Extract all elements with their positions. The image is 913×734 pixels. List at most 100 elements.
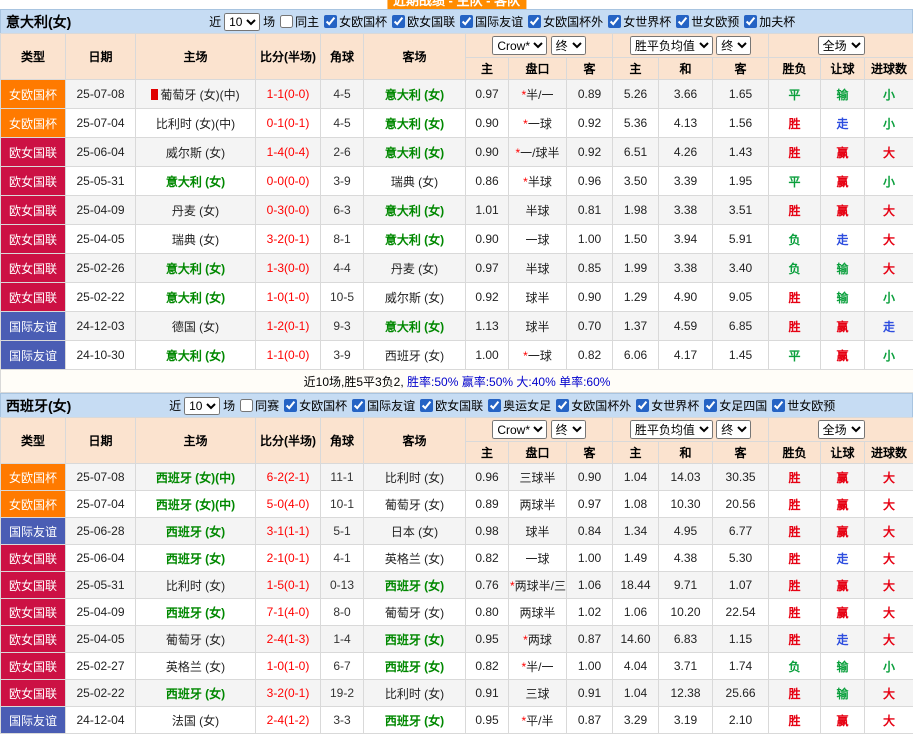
home-team-name: 葡萄牙 (女) <box>165 632 226 647</box>
score-cell: 1-5(0-1) <box>255 571 321 599</box>
filter-option[interactable]: 同赛 <box>240 397 279 414</box>
match-count-select[interactable]: 10 <box>224 12 261 31</box>
goals-result-cell: 大 <box>864 517 913 545</box>
type-cell: 欧女国联 <box>0 598 66 626</box>
avg-away-cell: 1.07 <box>712 571 770 599</box>
filter-checkbox[interactable] <box>352 398 366 412</box>
avg-draw-cell: 3.94 <box>658 224 714 254</box>
filter-option[interactable]: 世女欧预 <box>772 397 835 414</box>
col-corner: 角球 <box>320 417 364 464</box>
handicap-cell: *两球 <box>508 625 567 653</box>
odds-period-select[interactable]: 终 <box>550 36 586 55</box>
match-row: 欧女国联 25-05-31 意大利 (女) 0-0(0-0) 3-9 瑞典 (女) 0.86… <box>0 166 913 196</box>
filter-option[interactable]: 世女欧预 <box>676 13 739 30</box>
filter-option[interactable]: 欧女国联 <box>420 397 483 414</box>
avg-home-cell: 4.04 <box>612 652 660 680</box>
filter-checkbox[interactable] <box>420 398 434 412</box>
filter-option[interactable]: 女欧国杯外 <box>556 397 631 414</box>
odds-away-cell: 1.02 <box>565 598 614 626</box>
away-team-name: 西班牙 (女) <box>384 632 445 647</box>
avg-select[interactable]: 胜平负均值 <box>629 420 713 439</box>
filter-checkbox[interactable] <box>772 398 786 412</box>
filter-checkbox[interactable] <box>240 398 254 412</box>
avg-home-cell: 1.34 <box>612 517 660 545</box>
filter-option[interactable]: 加夫杯 <box>744 13 795 30</box>
away-favorite-marker: * <box>523 632 528 647</box>
filter-label: 女欧国杯 <box>299 398 348 413</box>
date-cell: 24-12-03 <box>65 311 136 341</box>
scope-select[interactable]: 全场 <box>817 420 865 439</box>
result-cell: 平 <box>768 340 822 370</box>
avg-draw-cell: 3.38 <box>658 195 714 225</box>
filter-checkbox[interactable] <box>460 14 474 28</box>
away-favorite-marker: * <box>521 659 527 674</box>
result-cell: 平 <box>768 166 822 196</box>
odds-away-cell: 1.06 <box>565 571 614 599</box>
sub-col-avg-away: 客 <box>712 57 770 80</box>
avg-away-cell: 1.43 <box>712 137 770 167</box>
col-score: 比分(半场) <box>255 417 321 464</box>
goals-result-cell: 大 <box>864 137 913 167</box>
filter-checkbox[interactable] <box>392 14 406 28</box>
odds-period-select[interactable]: 终 <box>550 420 586 439</box>
filter-option[interactable]: 女欧国杯 <box>284 397 347 414</box>
odds-company-select[interactable]: Crow* <box>492 420 548 439</box>
top-nav-tab[interactable]: 近期战绩 - 主队 - 客队 <box>386 0 527 9</box>
odds-company-select[interactable]: Crow* <box>492 36 548 55</box>
avg-draw-cell: 4.17 <box>658 340 714 370</box>
avg-period-select[interactable]: 终 <box>716 420 752 439</box>
odds-away-cell: 0.82 <box>565 340 614 370</box>
away-team-name: 瑞典 (女) <box>390 174 439 189</box>
type-cell: 女欧国杯 <box>0 490 66 518</box>
filter-checkbox[interactable] <box>324 14 338 28</box>
filter-option[interactable]: 国际友谊 <box>352 397 415 414</box>
away-team-name: 比利时 (女) <box>384 470 445 485</box>
score-cell: 0-0(0-0) <box>255 166 321 196</box>
filter-option[interactable]: 女欧国杯 <box>324 13 387 30</box>
filter-checkbox[interactable] <box>636 398 650 412</box>
handicap-cell: *两球半/三 <box>508 571 567 599</box>
filter-option[interactable]: 欧女国联 <box>392 13 455 30</box>
away-team-cell: 瑞典 (女) <box>363 166 466 196</box>
goals-result-cell: 小 <box>864 79 913 109</box>
scope-select[interactable]: 全场 <box>817 36 865 55</box>
filter-checkbox[interactable] <box>744 14 758 28</box>
filter-checkbox[interactable] <box>556 398 570 412</box>
filter-checkbox[interactable] <box>280 14 294 28</box>
filter-checkbox[interactable] <box>704 398 718 412</box>
filter-option[interactable]: 同主 <box>280 13 319 30</box>
sub-col-avg-draw: 和 <box>658 57 714 80</box>
home-team-name: 意大利 (女) <box>165 261 226 276</box>
avg-draw-cell: 6.83 <box>658 625 714 653</box>
odds-away-cell: 0.96 <box>565 166 614 196</box>
filter-option[interactable]: 奥运女足 <box>488 397 551 414</box>
avg-away-cell: 2.10 <box>712 706 770 734</box>
type-cell: 欧女国联 <box>0 652 66 680</box>
avg-away-cell: 9.05 <box>712 282 770 312</box>
filter-option[interactable]: 女足四国 <box>704 397 767 414</box>
games-label: 场 <box>223 399 236 413</box>
avg-period-select[interactable]: 终 <box>716 36 752 55</box>
filter-option[interactable]: 女世界杯 <box>636 397 699 414</box>
goals-result-cell: 小 <box>864 652 913 680</box>
score-cell: 2-4(1-2) <box>255 706 321 734</box>
filter-option[interactable]: 女世界杯 <box>608 13 671 30</box>
filter-checkbox[interactable] <box>488 398 502 412</box>
section-header-bar: 西班牙(女) 近 10 场 同赛 女欧国杯 国际友谊 欧女国联 奥运女足 女欧国杯外 女世界… <box>0 393 913 417</box>
handicap-result-cell: 走 <box>820 625 866 653</box>
avg-select[interactable]: 胜平负均值 <box>629 36 713 55</box>
filter-option[interactable]: 女欧国杯外 <box>528 13 603 30</box>
filter-checkbox[interactable] <box>676 14 690 28</box>
filter-checkbox[interactable] <box>284 398 298 412</box>
corner-cell: 4-1 <box>320 544 364 572</box>
away-favorite-marker: * <box>523 174 528 189</box>
away-team-name: 西班牙 (女) <box>384 713 445 728</box>
date-cell: 25-04-05 <box>65 224 136 254</box>
filter-label: 女世界杯 <box>651 398 700 413</box>
match-count-select[interactable]: 10 <box>184 396 221 415</box>
filter-checkbox[interactable] <box>608 14 622 28</box>
handicap-cell: *一/球半 <box>508 137 567 167</box>
avg-home-cell: 6.51 <box>612 137 660 167</box>
filter-checkbox[interactable] <box>528 14 542 28</box>
filter-option[interactable]: 国际友谊 <box>460 13 523 30</box>
